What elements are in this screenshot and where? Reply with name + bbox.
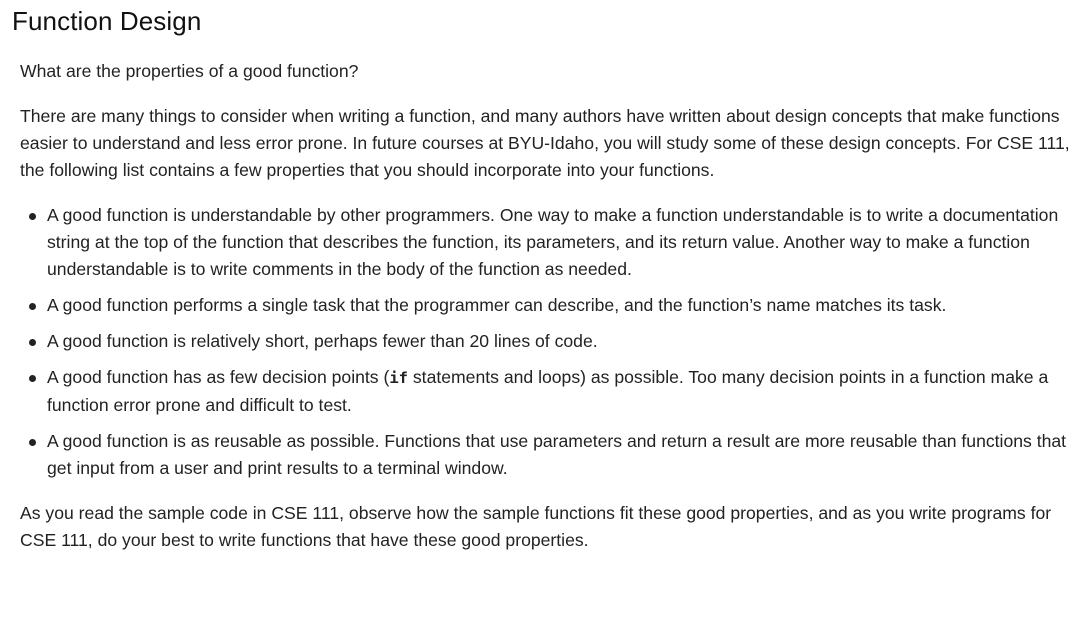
if-code-snippet: if: [389, 369, 408, 387]
list-item-text: A good function is relatively short, per…: [47, 331, 598, 351]
question-paragraph: What are the properties of a good functi…: [20, 61, 359, 81]
list-item: A good function has as few decision poin…: [20, 364, 1070, 419]
bullet-icon: [29, 439, 36, 446]
list-item-text: A good function performs a single task t…: [47, 295, 947, 315]
page-title: Function Design: [12, 6, 202, 36]
list-item: A good function performs a single task t…: [20, 292, 1070, 319]
properties-list: A good function is understandable by oth…: [20, 202, 1070, 482]
document-page: Function Design What are the properties …: [0, 0, 1083, 623]
list-item: A good function is as reusable as possib…: [20, 428, 1070, 482]
bullet-icon: [29, 375, 36, 382]
list-item: A good function is relatively short, per…: [20, 328, 1070, 355]
document-content: What are the properties of a good functi…: [20, 58, 1070, 554]
list-item-text: A good function is as reusable as possib…: [47, 431, 1067, 478]
bullet-icon: [29, 303, 36, 310]
list-item-text-before-code: A good function has as few decision poin…: [47, 367, 390, 387]
intro-paragraph: There are many things to consider when w…: [20, 106, 1070, 180]
list-item: A good function is understandable by oth…: [20, 202, 1070, 283]
bullet-icon: [29, 339, 36, 346]
bullet-icon: [29, 213, 36, 220]
list-item-text: A good function is understandable by oth…: [47, 205, 1059, 279]
conclusion-paragraph: As you read the sample code in CSE 111, …: [20, 503, 1052, 550]
